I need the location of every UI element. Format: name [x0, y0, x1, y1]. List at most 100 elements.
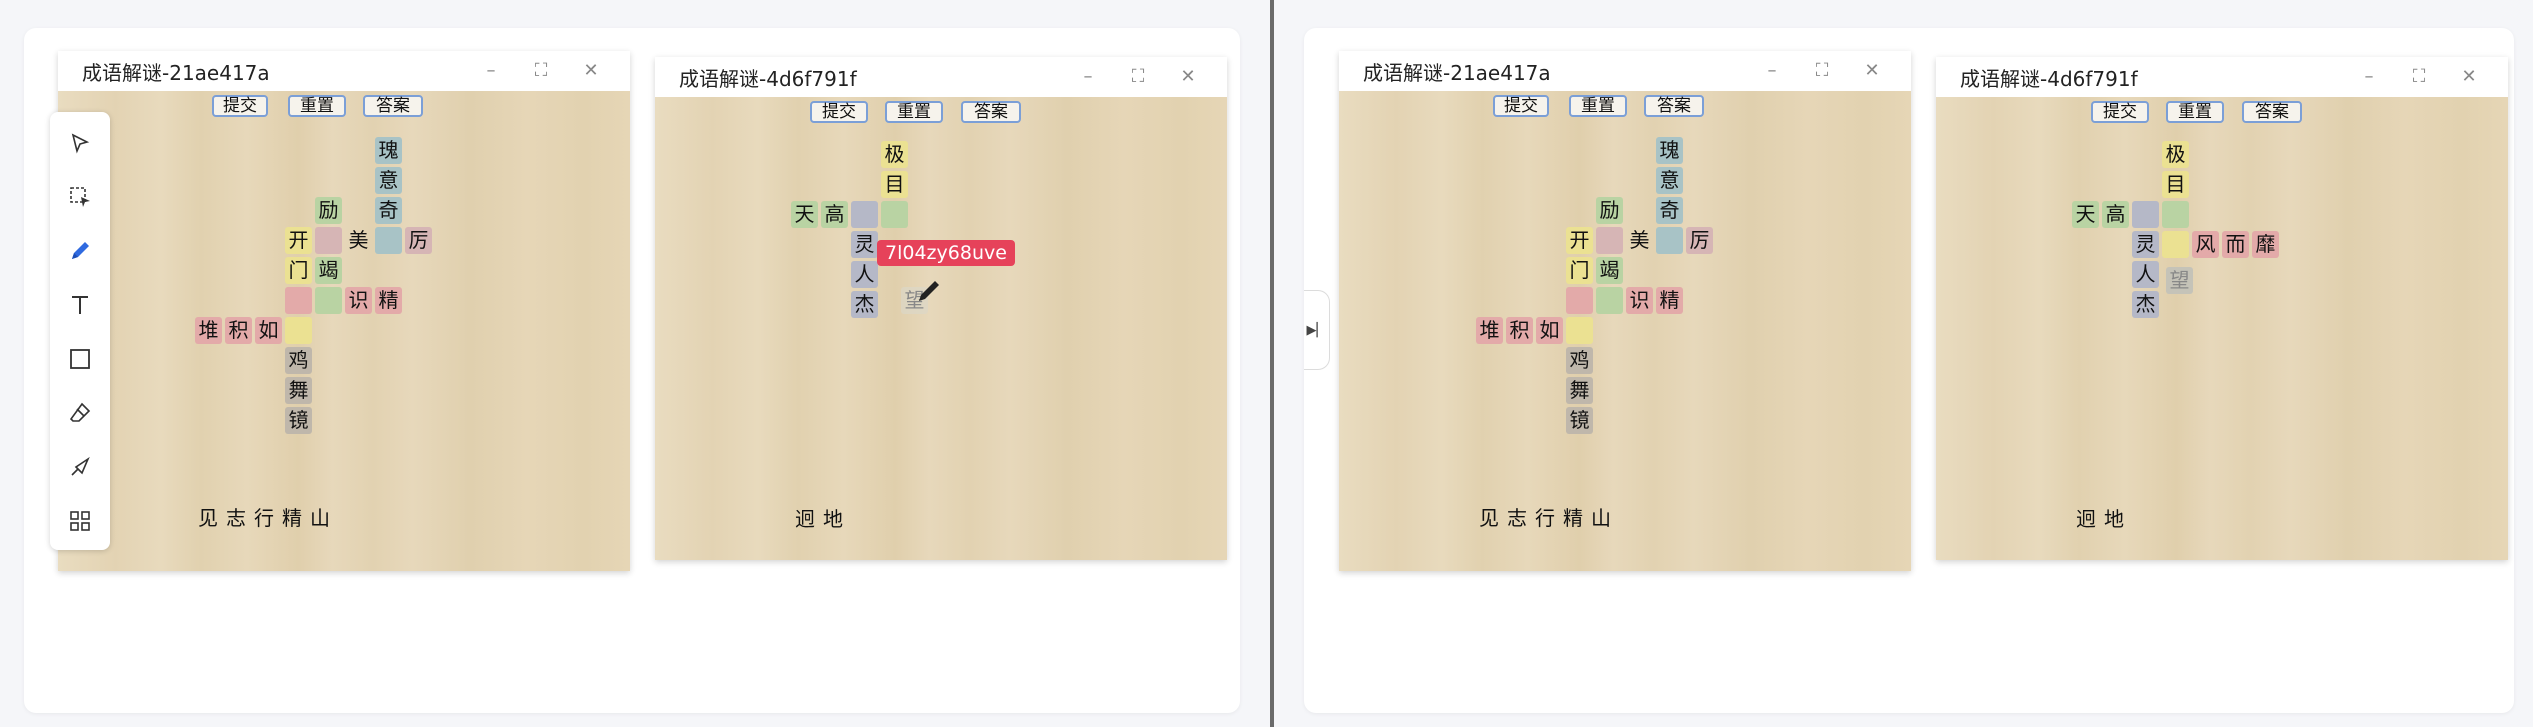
grid-cell-empty[interactable]	[2162, 201, 2189, 228]
word-pool[interactable]: 见志行精山	[198, 502, 338, 531]
window-title: 成语解谜-21ae417a	[82, 60, 270, 85]
grid-icon[interactable]	[65, 506, 95, 536]
submit-button[interactable]: 提交	[810, 101, 868, 123]
grid-cell: 门	[1566, 257, 1593, 284]
minimize-icon[interactable]: –	[1075, 65, 1101, 89]
word-pool[interactable]: 见志行精山	[1479, 502, 1619, 531]
grid-cell: 天	[791, 201, 818, 228]
answer-button[interactable]: 答案	[363, 95, 423, 117]
puzzle-board: 提交 重置 答案 瑰 意 奇 励 开 美 厉 门 竭 识 精 堆 积 如 鸡 舞…	[58, 91, 630, 571]
grid-cell-empty[interactable]	[285, 317, 312, 344]
puzzle-window-b: 成语解谜-4d6f791f – ⛶ ✕ 提交 重置 答案 极 目 天 高 灵 人…	[655, 57, 1227, 560]
submit-button[interactable]: 提交	[2091, 101, 2149, 123]
minimize-icon[interactable]: –	[2356, 65, 2382, 89]
eraser-icon[interactable]	[65, 398, 95, 428]
window-titlebar[interactable]: 成语解谜-21ae417a – ⛶ ✕	[58, 51, 630, 91]
grid-cell: 瑰	[375, 137, 402, 164]
grid-cell: 精	[375, 287, 402, 314]
grid-cell: 鸡	[285, 347, 312, 374]
close-icon[interactable]: ✕	[1859, 59, 1885, 83]
grid-cell: 杰	[2132, 291, 2159, 318]
collapse-toggle[interactable]: ▶▏	[1304, 290, 1330, 370]
close-icon[interactable]: ✕	[578, 59, 604, 83]
grid-cell-empty[interactable]	[1566, 317, 1593, 344]
word-pool[interactable]: 迥地	[2076, 503, 2132, 532]
grid-cell: 竭	[1596, 257, 1623, 284]
grid-cell-empty[interactable]	[1596, 287, 1623, 314]
puzzle-window-a: 成语解谜-21ae417a – ⛶ ✕ 提交 重置 答案 瑰 意 奇 励 开 美…	[1339, 51, 1911, 571]
grid-cell: 奇	[375, 197, 402, 224]
rectangle-icon[interactable]	[65, 344, 95, 374]
close-icon[interactable]: ✕	[2456, 65, 2482, 89]
pen-icon[interactable]	[65, 236, 95, 266]
grid-cell-empty[interactable]	[881, 201, 908, 228]
text-icon[interactable]	[65, 290, 95, 320]
submit-button[interactable]: 提交	[212, 95, 268, 117]
reset-button[interactable]: 重置	[288, 95, 346, 117]
grid-cell: 灵	[851, 231, 878, 258]
grid-cell: 舞	[285, 377, 312, 404]
grid-cell-empty[interactable]	[2132, 201, 2159, 228]
grid-cell: 美	[348, 228, 369, 252]
maximize-icon[interactable]: ⛶	[1809, 59, 1835, 83]
grid-cell-empty[interactable]	[1656, 227, 1683, 254]
grid-cell-empty[interactable]	[315, 287, 342, 314]
maximize-icon[interactable]: ⛶	[528, 59, 554, 83]
grid-cell-empty[interactable]	[285, 287, 312, 314]
reset-button[interactable]: 重置	[1569, 95, 1627, 117]
minimize-icon[interactable]: –	[1759, 59, 1785, 83]
grid-cell: 堆	[195, 317, 222, 344]
grid-cell: 积	[225, 317, 252, 344]
window-titlebar[interactable]: 成语解谜-4d6f791f – ⛶ ✕	[1936, 57, 2508, 97]
reset-button[interactable]: 重置	[885, 101, 943, 123]
grid-cell: 靡	[2252, 231, 2279, 258]
grid-cell: 积	[1506, 317, 1533, 344]
grid-cell-empty[interactable]	[1566, 287, 1593, 314]
grid-cell-empty[interactable]	[851, 201, 878, 228]
close-icon[interactable]: ✕	[1175, 65, 1201, 89]
reset-button[interactable]: 重置	[2166, 101, 2224, 123]
puzzle-board: 提交 重置 答案 瑰 意 奇 励 开 美 厉 门 竭 识 精 堆 积 如 鸡 舞…	[1339, 91, 1911, 571]
grid-cell: 门	[285, 257, 312, 284]
grid-cell: 识	[345, 287, 372, 314]
grid-cell-empty[interactable]	[2162, 231, 2189, 258]
lasso-select-icon[interactable]	[65, 182, 95, 212]
select-arrow-icon[interactable]	[65, 128, 95, 158]
grid-cell: 天	[2072, 201, 2099, 228]
minimize-icon[interactable]: –	[478, 59, 504, 83]
grid-cell-empty[interactable]	[375, 227, 402, 254]
grid-cell: 励	[315, 197, 342, 224]
laser-icon[interactable]	[65, 452, 95, 482]
pane-divider[interactable]	[1270, 0, 1274, 727]
grid-cell-empty[interactable]	[315, 227, 342, 254]
puzzle-board: 提交 重置 答案 极 目 天 高 灵 人 杰 望 7l04zy68uve 迥地	[655, 97, 1227, 560]
window-titlebar[interactable]: 成语解谜-4d6f791f – ⛶ ✕	[655, 57, 1227, 97]
grid-cell: 灵	[2132, 231, 2159, 258]
maximize-icon[interactable]: ⛶	[1125, 65, 1151, 89]
grid-cell: 开	[285, 227, 312, 254]
grid-cell: 如	[255, 317, 282, 344]
window-titlebar[interactable]: 成语解谜-21ae417a – ⛶ ✕	[1339, 51, 1911, 91]
submit-button[interactable]: 提交	[1493, 95, 1549, 117]
collapse-arrow-icon: ▶▏	[1306, 322, 1327, 338]
word-pool[interactable]: 迥地	[795, 503, 851, 532]
grid-cell: 镜	[1566, 407, 1593, 434]
cursor-name-tag: 7l04zy68uve	[877, 240, 1015, 266]
grid-cell: 精	[1656, 287, 1683, 314]
grid-cell: 竭	[315, 257, 342, 284]
drawing-toolbar	[50, 112, 110, 550]
grid-cell: 奇	[1656, 197, 1683, 224]
grid-cell: 镜	[285, 407, 312, 434]
grid-cell[interactable]: 望	[2166, 267, 2193, 294]
grid-cell-empty[interactable]	[1596, 227, 1623, 254]
grid-cell: 高	[821, 201, 848, 228]
maximize-icon[interactable]: ⛶	[2406, 65, 2432, 89]
grid-cell: 目	[2162, 171, 2189, 198]
puzzle-board: 提交 重置 答案 极 目 天 高 灵 风 而 靡 人 望 杰 迥地	[1936, 97, 2508, 560]
grid-cell: 目	[881, 171, 908, 198]
answer-button[interactable]: 答案	[1644, 95, 1704, 117]
answer-button[interactable]: 答案	[961, 101, 1021, 123]
grid-cell: 人	[2132, 261, 2159, 288]
answer-button[interactable]: 答案	[2242, 101, 2302, 123]
grid-cell: 瑰	[1656, 137, 1683, 164]
